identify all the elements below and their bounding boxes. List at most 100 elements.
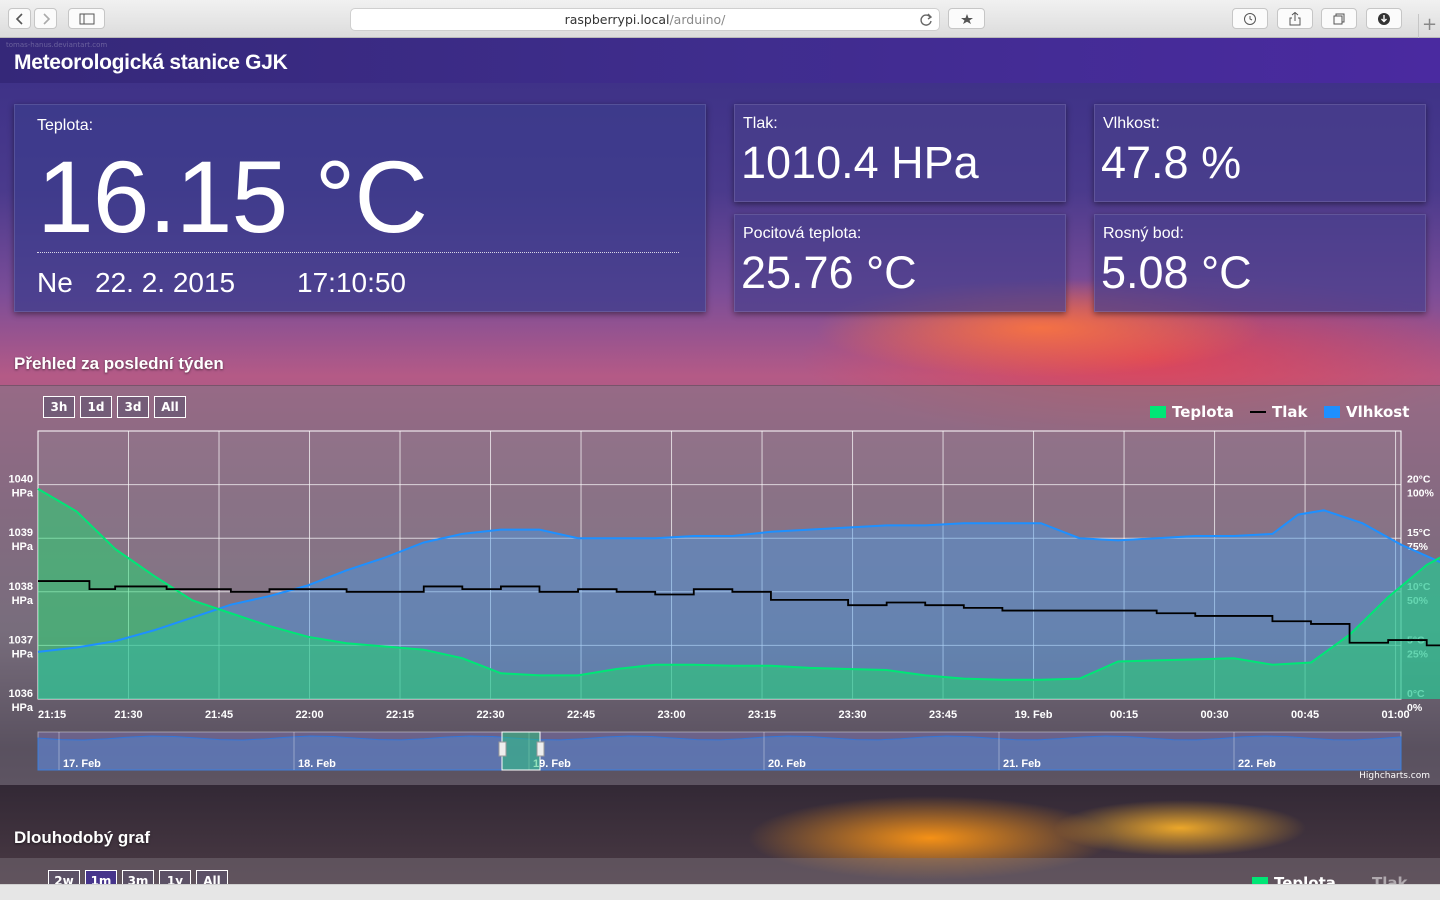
x-tick-label: 21:30 xyxy=(114,709,142,721)
tabs-button[interactable] xyxy=(1321,8,1357,29)
y-right-humidity-tick-label: 100% xyxy=(1407,488,1435,500)
back-button[interactable] xyxy=(8,8,31,29)
range-button-1m[interactable]: 1m xyxy=(85,870,117,884)
week-section-title: Přehled za poslední týden xyxy=(14,354,224,373)
x-tick-label: 00:15 xyxy=(1110,709,1138,721)
x-tick-label: 22:45 xyxy=(567,709,595,721)
x-tick-label: 23:15 xyxy=(748,709,776,721)
site-title: Meteorologická stanice GJK xyxy=(14,51,288,74)
legend-label: Teplota xyxy=(1274,874,1336,884)
chevron-right-icon xyxy=(42,12,50,25)
x-tick-label: 23:45 xyxy=(929,709,957,721)
new-tab-button[interactable]: + xyxy=(1418,14,1440,38)
reader-button[interactable] xyxy=(948,8,985,29)
range-button-all-long[interactable]: All xyxy=(196,870,228,884)
current-date: 22. 2. 2015 xyxy=(95,267,236,298)
share-button[interactable] xyxy=(1277,8,1313,29)
y-left-tick-label: 1039 xyxy=(9,527,33,539)
navigator-handle-right[interactable] xyxy=(536,741,545,757)
navigator-selection xyxy=(501,731,541,771)
pressure-card: Tlak: 1010.4 HPa xyxy=(734,104,1066,202)
temperature-value: 16.15 °C xyxy=(37,140,428,254)
download-icon xyxy=(1378,12,1390,25)
legend-swatch xyxy=(1252,877,1268,884)
navigator-label: 17. Feb xyxy=(63,758,101,770)
downloads-button[interactable] xyxy=(1366,8,1402,29)
share-icon xyxy=(1289,11,1301,25)
y-right-temp-tick-label: 15°C xyxy=(1407,527,1431,539)
navigator-handle-left[interactable] xyxy=(498,741,507,757)
y-left-unit-label: HPa xyxy=(12,488,34,500)
current-day: Ne xyxy=(37,267,73,298)
long-section-title: Dlouhodobý graf xyxy=(14,828,150,847)
star-icon xyxy=(960,13,973,24)
range-button-3m[interactable]: 3m xyxy=(122,870,154,884)
browser-toolbar: raspberrypi.local/arduino/ + xyxy=(0,0,1440,38)
legend-label: Tlak xyxy=(1372,874,1408,884)
y-right-temp-tick-label: 20°C xyxy=(1407,474,1431,486)
y-left-tick-label: 1040 xyxy=(9,474,33,486)
feels-like-value: 25.76 °C xyxy=(741,247,917,298)
sidebar-toggle-button[interactable] xyxy=(68,8,105,29)
address-bar[interactable]: raspberrypi.local/arduino/ xyxy=(350,8,940,31)
navigator-label: 20. Feb xyxy=(768,758,806,770)
dew-point-card: Rosný bod: 5.08 °C xyxy=(1094,214,1426,312)
y-left-tick-label: 1036 xyxy=(9,688,33,700)
x-tick-label: 22:30 xyxy=(476,709,504,721)
site-header: tomas-hanus.deviantart.com Meteorologick… xyxy=(0,38,1440,83)
temperature-divider xyxy=(37,252,679,253)
feels-like-card: Pocitová teplota: 25.76 °C xyxy=(734,214,1066,312)
y-left-unit-label: HPa xyxy=(12,648,34,660)
clock-icon xyxy=(1244,12,1256,25)
x-tick-label: 22:00 xyxy=(295,709,323,721)
week-chart[interactable]: 21:15 21:30 21:45 22:00 22:15 22:30 22:45 23:00… xyxy=(0,386,1440,786)
x-tick-label: 23:00 xyxy=(657,709,685,721)
long-chart-panel: 2w 1m 3m 1y All Teplota Tlak xyxy=(0,858,1440,884)
navigator-label: 22. Feb xyxy=(1238,758,1276,770)
horizontal-scrollbar[interactable] xyxy=(0,884,1440,900)
navigator-label: 21. Feb xyxy=(1003,758,1041,770)
current-time: 17:10:50 xyxy=(297,267,406,298)
forward-button[interactable] xyxy=(34,8,57,29)
temperature-label: Teplota: xyxy=(37,117,94,134)
x-tick-label: 21:15 xyxy=(38,709,66,721)
range-button-1y[interactable]: 1y xyxy=(159,870,191,884)
reload-icon[interactable] xyxy=(919,13,933,27)
x-tick-label: 01:00 xyxy=(1381,709,1409,721)
url-text: raspberrypi.local/arduino/ xyxy=(564,12,726,27)
feels-like-label: Pocitová teplota: xyxy=(743,225,862,242)
x-tick-label: 00:30 xyxy=(1200,709,1228,721)
x-tick-label: 22:15 xyxy=(386,709,414,721)
navigator-label: 18. Feb xyxy=(298,758,336,770)
dew-point-label: Rosný bod: xyxy=(1103,225,1184,242)
tabs-icon xyxy=(1333,13,1345,24)
chart-credits[interactable]: Highcharts.com xyxy=(1359,771,1430,781)
humidity-card: Vlhkost: 47.8 % xyxy=(1094,104,1426,202)
range-button-2w[interactable]: 2w xyxy=(48,870,80,884)
week-chart-panel: 3h 1d 3d All Teplota Tlak Vlhkost 21:15 2… xyxy=(0,385,1440,785)
chevron-left-icon xyxy=(15,12,23,25)
y-left-tick-label: 1037 xyxy=(9,634,33,646)
y-right-humidity-tick-label: 0% xyxy=(1407,702,1423,714)
x-tick-label: 00:45 xyxy=(1291,709,1319,721)
page-content: tomas-hanus.deviantart.com Meteorologick… xyxy=(0,38,1440,884)
pressure-value: 1010.4 HPa xyxy=(741,137,979,188)
temperature-card: Teplota: 16.15 °C Ne 22. 2. 2015 17:10:5… xyxy=(14,104,706,312)
navigator-series xyxy=(37,735,1402,771)
y-left-unit-label: HPa xyxy=(12,541,34,553)
y-left-unit-label: HPa xyxy=(12,702,34,714)
y-left-tick-label: 1038 xyxy=(9,581,33,593)
watermark: tomas-hanus.deviantart.com xyxy=(6,41,108,49)
dew-point-value: 5.08 °C xyxy=(1101,247,1252,298)
sidebar-icon xyxy=(79,13,94,24)
long-legend-tlak[interactable]: Tlak xyxy=(1372,874,1407,884)
humidity-value: 47.8 % xyxy=(1101,137,1242,188)
history-button[interactable] xyxy=(1232,8,1268,29)
x-tick-label: 21:45 xyxy=(205,709,233,721)
humidity-label: Vlhkost: xyxy=(1103,115,1160,132)
y-left-unit-label: HPa xyxy=(12,595,34,607)
x-tick-label: 23:30 xyxy=(838,709,866,721)
pressure-label: Tlak: xyxy=(743,115,778,132)
x-tick-label: 19. Feb xyxy=(1015,709,1053,721)
long-legend-teplota[interactable]: Teplota xyxy=(1252,874,1336,884)
